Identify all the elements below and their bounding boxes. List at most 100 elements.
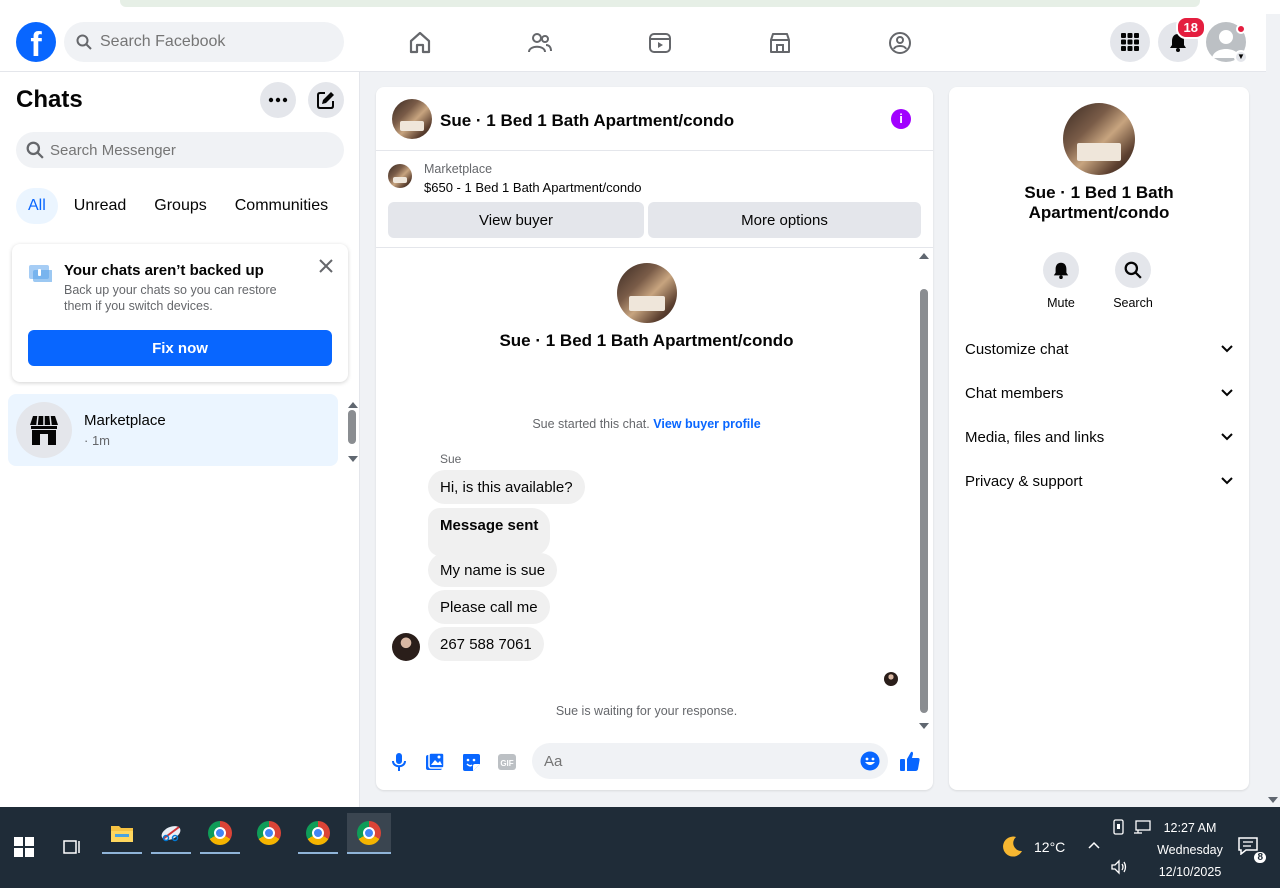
taskbar-chrome-active[interactable] xyxy=(347,813,391,854)
conversation-title[interactable]: Sue · 1 Bed 1 Bath Apartment/condo xyxy=(440,111,734,131)
temperature: 12°C xyxy=(1034,839,1066,855)
notifications-badge: 18 xyxy=(1175,16,1206,39)
windows-start-icon[interactable] xyxy=(14,837,34,857)
search-icon xyxy=(26,141,44,159)
chevron-up-icon[interactable] xyxy=(1086,837,1102,853)
filter-communities[interactable]: Communities xyxy=(223,188,340,224)
page-scrollbar[interactable] xyxy=(1266,14,1280,807)
scroll-down-icon[interactable] xyxy=(1268,797,1278,803)
taskbar-chrome[interactable] xyxy=(249,813,289,853)
browser-tab-edge xyxy=(120,0,1200,7)
emoji-icon[interactable] xyxy=(860,751,880,771)
message-input[interactable] xyxy=(544,752,844,770)
taskbar-file-explorer[interactable] xyxy=(102,813,142,854)
notifications-button[interactable]: 18 xyxy=(1158,16,1206,62)
nav-home[interactable] xyxy=(360,14,480,72)
messenger-search-box[interactable] xyxy=(16,132,344,168)
sender-avatar xyxy=(392,633,420,661)
mute-button[interactable] xyxy=(1043,252,1079,288)
view-buyer-button[interactable]: View buyer xyxy=(388,202,644,238)
chats-options-button[interactable] xyxy=(260,82,296,118)
weather-widget[interactable]: 12°C xyxy=(1000,835,1065,859)
network-icon[interactable] xyxy=(1133,819,1151,835)
view-buyer-profile-link[interactable]: View buyer profile xyxy=(653,417,760,431)
nav-friends[interactable] xyxy=(480,14,600,72)
filter-all[interactable]: All xyxy=(16,188,58,224)
message-bubble[interactable]: 267 588 7061 xyxy=(428,627,544,661)
section-customize-chat[interactable]: Customize chat xyxy=(965,329,1233,369)
facebook-logo-icon[interactable]: f xyxy=(16,22,56,62)
friends-icon xyxy=(528,33,552,53)
attach-photo-button[interactable] xyxy=(424,751,446,773)
sticker-button[interactable] xyxy=(460,751,482,773)
listing-title[interactable]: $650 - 1 Bed 1 Bath Apartment/condo xyxy=(424,180,642,195)
mute-action[interactable]: Mute xyxy=(1031,252,1091,310)
taskbar-running-indicator xyxy=(200,852,240,854)
conversation-panel: Sue · 1 Bed 1 Bath Apartment/condo i Mar… xyxy=(376,87,933,790)
close-backup-button[interactable] xyxy=(316,256,336,276)
menu-button[interactable] xyxy=(1110,22,1150,62)
message-composer: GIF xyxy=(376,737,933,785)
section-label: Chat members xyxy=(965,384,1064,402)
search-in-chat-button[interactable] xyxy=(1115,252,1151,288)
scrollbar-thumb[interactable] xyxy=(348,410,356,444)
taskbar-chrome-profile-2[interactable] xyxy=(298,813,338,854)
thread-scrollbar[interactable] xyxy=(917,249,931,731)
message-bubble[interactable]: Message sent xyxy=(428,508,551,556)
scroll-up-icon[interactable] xyxy=(348,402,358,408)
device-icon[interactable] xyxy=(1110,819,1128,835)
chat-info-panel: Sue · 1 Bed 1 Bath Apartment/condo Mute … xyxy=(949,87,1249,790)
gif-icon: GIF xyxy=(498,754,516,770)
like-button[interactable] xyxy=(898,749,922,773)
section-privacy-support[interactable]: Privacy & support xyxy=(965,461,1233,501)
close-icon xyxy=(319,259,333,273)
backup-description: Back up your chats so you can restore th… xyxy=(64,283,277,313)
info-title: Sue · 1 Bed 1 Bath Apartment/condo xyxy=(1024,183,1174,222)
scroll-down-icon[interactable] xyxy=(919,723,929,729)
action-center-button[interactable]: 8 xyxy=(1238,837,1266,863)
voice-clip-button[interactable] xyxy=(388,751,410,773)
message-bubble[interactable]: Hi, is this available? xyxy=(428,470,585,504)
message-bubble[interactable]: Please call me xyxy=(428,590,550,624)
message-bubble[interactable]: My name is sue xyxy=(428,553,558,587)
info-icon[interactable]: i xyxy=(891,109,911,129)
chat-item-marketplace[interactable]: Marketplace · 1m xyxy=(8,394,338,466)
section-chat-members[interactable]: Chat members xyxy=(965,373,1233,413)
messenger-search-input[interactable] xyxy=(50,141,330,159)
backup-warning-card: Your chats aren’t backed up Back up your… xyxy=(12,244,348,382)
taskbar-chrome-profile-1[interactable] xyxy=(200,813,240,854)
scrollbar-thumb[interactable] xyxy=(920,289,928,713)
task-view-icon[interactable] xyxy=(62,837,82,857)
taskbar-snipping-tool[interactable] xyxy=(151,813,191,854)
more-options-button[interactable]: More options xyxy=(648,202,921,238)
new-message-button[interactable] xyxy=(308,82,344,118)
chevron-down-icon xyxy=(1221,477,1233,485)
section-media-files-links[interactable]: Media, files and links xyxy=(965,417,1233,457)
scroll-up-icon[interactable] xyxy=(919,253,929,259)
system-clock[interactable]: 12:27 AM Wednesday 12/10/2025 xyxy=(1150,817,1230,883)
chat-list-scrollbar[interactable] xyxy=(346,398,358,464)
fix-now-button[interactable]: Fix now xyxy=(28,330,332,366)
nav-video[interactable] xyxy=(600,14,720,72)
search-action[interactable]: Search xyxy=(1103,252,1163,310)
section-label: Customize chat xyxy=(965,340,1069,358)
volume-icon[interactable] xyxy=(1110,859,1128,875)
scroll-down-icon[interactable] xyxy=(348,456,358,462)
message-input-box[interactable] xyxy=(532,743,888,779)
started-text: Sue started this chat. xyxy=(532,417,650,431)
moon-icon xyxy=(1003,836,1022,857)
nav-marketplace[interactable] xyxy=(720,14,840,72)
facebook-search-box[interactable] xyxy=(64,22,344,62)
nav-groups[interactable] xyxy=(840,14,960,72)
search-icon xyxy=(1124,261,1142,279)
notification-count: 8 xyxy=(1254,852,1266,863)
gif-button[interactable]: GIF xyxy=(496,751,518,773)
message-thread: Sue · 1 Bed 1 Bath Apartment/condo Sue s… xyxy=(376,249,933,731)
filter-groups[interactable]: Groups xyxy=(142,188,218,224)
chevron-down-icon[interactable]: ▼ xyxy=(1234,50,1248,64)
filter-unread[interactable]: Unread xyxy=(62,188,138,224)
chat-item-name: Marketplace xyxy=(84,412,166,429)
facebook-search-input[interactable] xyxy=(100,33,320,51)
profile-avatar[interactable]: ▼ xyxy=(1206,22,1248,64)
conversation-avatar[interactable] xyxy=(392,99,432,139)
